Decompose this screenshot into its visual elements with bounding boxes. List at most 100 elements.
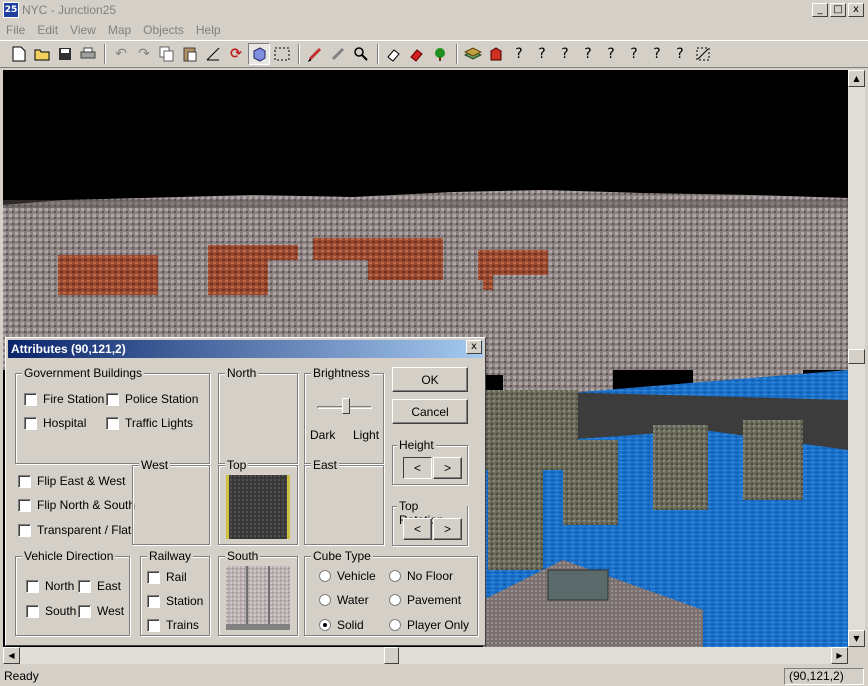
help-arrow-icon-5[interactable]: ?	[600, 43, 622, 65]
rotate-icon[interactable]: ⟳	[225, 43, 247, 65]
toolbar-separator	[377, 44, 379, 64]
height-increase-button[interactable]: >	[433, 457, 462, 479]
menu-file[interactable]: File	[0, 23, 31, 37]
red-eraser-icon[interactable]	[406, 43, 428, 65]
cube-type-no-floor-radio[interactable]: No Floor	[389, 569, 453, 583]
toolbar-separator	[298, 44, 300, 64]
group-label: Brightness	[311, 366, 372, 380]
top-face-group[interactable]: Top	[218, 458, 298, 545]
vehicle-west-checkbox[interactable]: West	[78, 604, 124, 618]
select-rect-icon[interactable]	[271, 43, 293, 65]
group-label: South	[225, 549, 261, 563]
status-text: Ready	[4, 669, 39, 683]
flip-east-west-checkbox[interactable]: Flip East & West	[18, 474, 125, 488]
help-arrow-icon-1[interactable]: ?	[508, 43, 530, 65]
scroll-down-icon[interactable]: ▼	[848, 630, 865, 647]
hospital-checkbox[interactable]: Hospital	[24, 416, 86, 430]
cube-type-player-only-radio[interactable]: Player Only	[389, 618, 469, 632]
flip-north-south-checkbox[interactable]: Flip North & South	[18, 498, 135, 512]
tree-icon[interactable]	[429, 43, 451, 65]
menu-objects[interactable]: Objects	[137, 23, 190, 37]
paste-icon[interactable]	[179, 43, 201, 65]
vehicle-east-checkbox[interactable]: East	[78, 579, 121, 593]
vertical-scrollbar[interactable]: ▲ ▼	[848, 70, 865, 647]
fire-station-checkbox[interactable]: Fire Station	[24, 392, 104, 406]
title-bar: 25 NYC - Junction25 _ □ x	[0, 0, 868, 20]
vehicle-direction-group: Vehicle Direction North East South West	[15, 549, 130, 636]
undo-icon[interactable]: ↶	[110, 43, 132, 65]
menu-edit[interactable]: Edit	[31, 23, 64, 37]
vehicle-south-checkbox[interactable]: South	[26, 604, 76, 618]
scroll-left-icon[interactable]: ◀	[3, 647, 20, 664]
transparent-flat-checkbox[interactable]: Transparent / Flat	[18, 523, 131, 537]
government-buildings-group: Government Buildings Fire Station Police…	[15, 366, 210, 464]
close-button[interactable]: x	[848, 3, 864, 17]
layer-icon[interactable]	[462, 43, 484, 65]
cube-type-solid-radio[interactable]: Solid	[319, 618, 364, 632]
rotation-right-button[interactable]: >	[433, 518, 462, 540]
group-label: Government Buildings	[22, 366, 145, 380]
station-checkbox[interactable]: Station	[147, 594, 203, 608]
west-face-group[interactable]: West	[132, 458, 210, 545]
pencil-icon[interactable]	[304, 43, 326, 65]
zoom-icon[interactable]	[350, 43, 372, 65]
top-rotation-group: Top Rotation < >	[392, 499, 468, 546]
cube-type-water-radio[interactable]: Water	[319, 593, 369, 607]
cube-type-vehicle-radio[interactable]: Vehicle	[319, 569, 376, 583]
scroll-right-icon[interactable]: ▶	[831, 647, 848, 664]
top-texture-preview	[226, 475, 290, 539]
police-station-checkbox[interactable]: Police Station	[106, 392, 198, 406]
cancel-button[interactable]: Cancel	[392, 399, 468, 424]
minimize-button[interactable]: _	[812, 3, 828, 17]
maximize-button[interactable]: □	[830, 3, 846, 17]
window-title: NYC - Junction25	[22, 3, 117, 17]
measure-icon[interactable]	[202, 43, 224, 65]
eraser-icon[interactable]	[383, 43, 405, 65]
status-bar: Ready (90,121,2)	[0, 666, 868, 686]
cube-type-pavement-radio[interactable]: Pavement	[389, 593, 461, 607]
copy-icon[interactable]	[156, 43, 178, 65]
horizontal-scrollbar[interactable]: ◀ ▶	[3, 647, 848, 664]
new-file-icon[interactable]	[8, 43, 30, 65]
traffic-lights-checkbox[interactable]: Traffic Lights	[106, 416, 193, 430]
building-icon[interactable]	[485, 43, 507, 65]
menu-map[interactable]: Map	[102, 23, 137, 37]
brightness-dark-label: Dark	[310, 428, 336, 442]
east-face-group[interactable]: East	[304, 458, 384, 545]
north-face-group[interactable]: North	[218, 366, 298, 464]
open-folder-icon[interactable]	[31, 43, 53, 65]
save-icon[interactable]	[54, 43, 76, 65]
help-arrow-icon-8[interactable]: ?	[669, 43, 691, 65]
rotation-left-button[interactable]: <	[403, 518, 432, 540]
toolbar-separator	[456, 44, 458, 64]
menu-help[interactable]: Help	[190, 23, 227, 37]
print-icon[interactable]	[77, 43, 99, 65]
rail-checkbox[interactable]: Rail	[147, 570, 187, 584]
ok-button[interactable]: OK	[392, 367, 468, 392]
dialog-close-icon[interactable]: x	[466, 340, 482, 354]
south-face-group[interactable]: South	[218, 549, 298, 636]
help-arrow-icon-4[interactable]: ?	[577, 43, 599, 65]
group-label: West	[139, 458, 171, 472]
vehicle-north-checkbox[interactable]: North	[26, 579, 74, 593]
menu-view[interactable]: View	[64, 23, 102, 37]
help-arrow-icon-7[interactable]: ?	[646, 43, 668, 65]
brush-icon[interactable]	[327, 43, 349, 65]
group-label: North	[225, 366, 259, 380]
resize-icon[interactable]	[692, 43, 714, 65]
vertical-scroll-thumb[interactable]	[848, 349, 865, 364]
height-decrease-button[interactable]: <	[403, 457, 432, 479]
cube-view-icon[interactable]	[248, 43, 270, 65]
trains-checkbox[interactable]: Trains	[147, 618, 199, 632]
group-label: East	[311, 458, 340, 472]
help-arrow-icon-3[interactable]: ?	[554, 43, 576, 65]
status-coordinates: (90,121,2)	[784, 667, 864, 685]
horizontal-scroll-thumb[interactable]	[384, 647, 399, 664]
redo-icon[interactable]: ↷	[133, 43, 155, 65]
scroll-up-icon[interactable]: ▲	[848, 70, 865, 87]
brightness-slider-thumb[interactable]	[342, 398, 350, 414]
help-arrow-icon-6[interactable]: ?	[623, 43, 645, 65]
group-label: Height	[397, 438, 436, 452]
help-arrow-icon-2[interactable]: ?	[531, 43, 553, 65]
toolbar-separator	[104, 44, 106, 64]
